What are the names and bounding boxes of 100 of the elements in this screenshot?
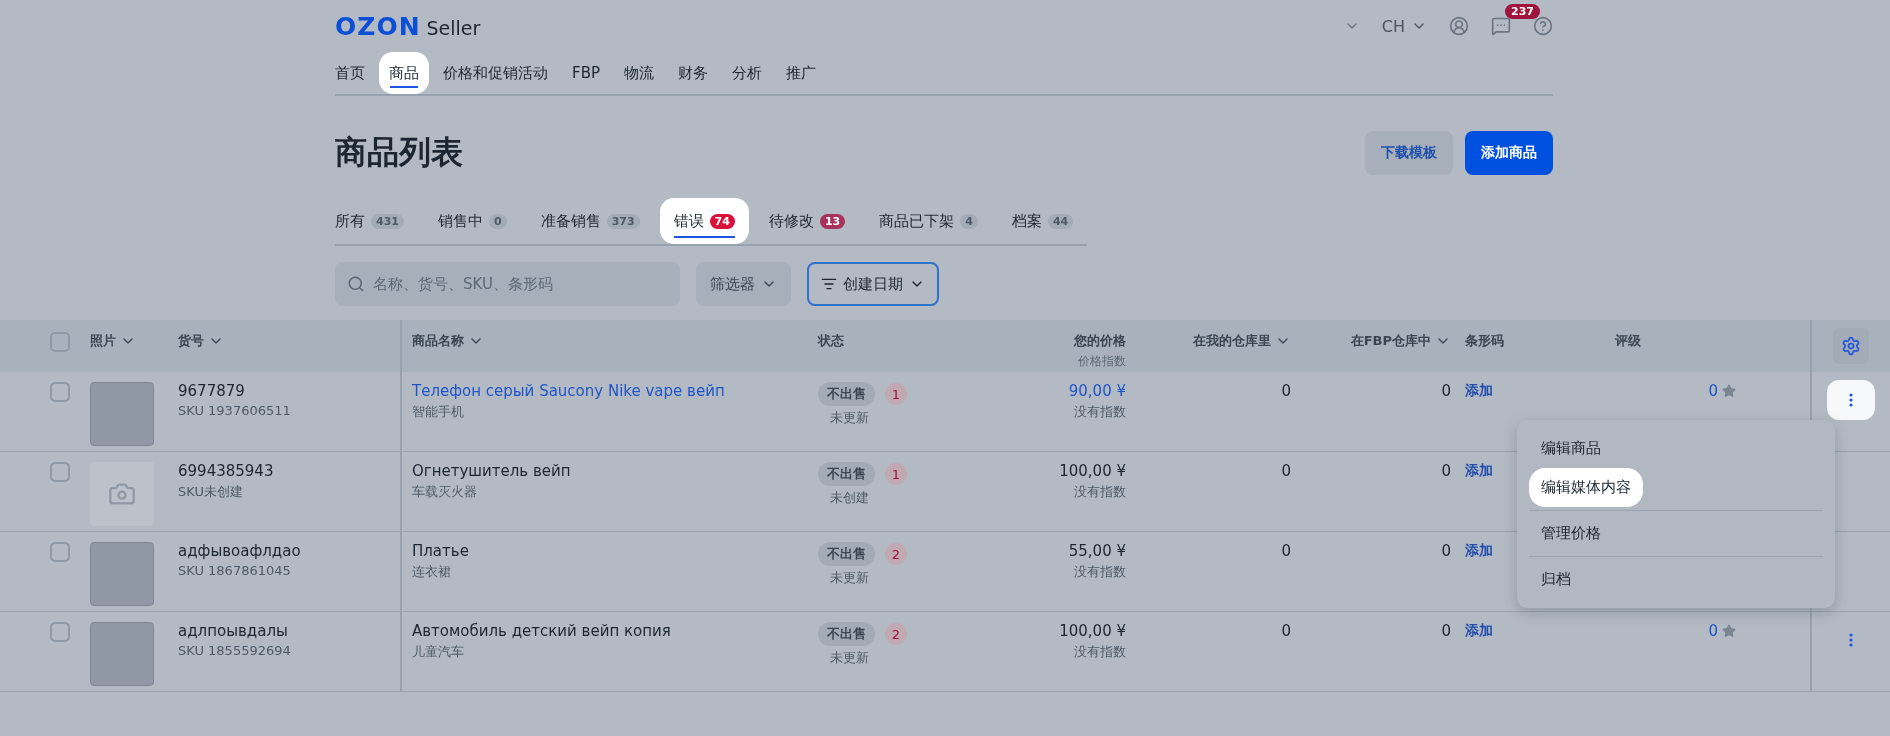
stock-value: 0	[1441, 542, 1451, 560]
nav-tab[interactable]: 物流	[613, 52, 664, 94]
column-header[interactable]: 您的价格	[1074, 332, 1126, 350]
status-tab[interactable]: 准备销售 373	[526, 198, 654, 244]
sku-text: SKU 1867861045	[178, 563, 291, 578]
count-badge: 13	[819, 213, 846, 229]
status-tab[interactable]: 所有 431	[335, 198, 418, 244]
logo[interactable]: OZON	[335, 11, 421, 41]
add-barcode-link[interactable]: 添加	[1465, 462, 1493, 480]
help-icon[interactable]	[1533, 16, 1553, 36]
status-note: 未创建	[829, 489, 869, 507]
price-text: 100,00 ¥	[1059, 622, 1126, 640]
row-checkbox[interactable]	[50, 542, 70, 562]
count-badge: 431	[371, 213, 404, 229]
add-barcode-link[interactable]: 添加	[1465, 542, 1493, 560]
column-header[interactable]: 在我的仓库里	[1193, 332, 1291, 350]
column-header[interactable]: 在FBP仓库中	[1350, 332, 1451, 350]
nav-tab[interactable]: FBP	[562, 52, 610, 94]
status-tab[interactable]: 销售中 0	[423, 198, 521, 244]
menu-item[interactable]: 编辑商品	[1529, 429, 1613, 468]
count-badge: 4	[960, 213, 978, 229]
column-header[interactable]: 评级	[1615, 332, 1641, 350]
category-text: 儿童汽车	[412, 643, 464, 661]
primary-button[interactable]: 添加商品	[1465, 131, 1553, 175]
nav-tab[interactable]: 分析	[721, 52, 772, 94]
status-badge: 不出售	[818, 622, 875, 646]
row-checkbox[interactable]	[50, 382, 70, 402]
column-subheader: 价格指数	[1078, 353, 1126, 370]
column-header[interactable]: 货号	[178, 332, 224, 350]
add-barcode-link[interactable]: 添加	[1465, 382, 1493, 400]
sort-icon	[821, 276, 837, 292]
price-text: 100,00 ¥	[1059, 462, 1126, 480]
settings-icon	[1841, 336, 1861, 356]
status-badge: 不出售	[818, 382, 875, 406]
stock-value: 0	[1441, 622, 1451, 640]
sku-text: SKU 1937606511	[178, 403, 291, 418]
chat-icon[interactable]	[1491, 16, 1511, 36]
price-index-text: 没有指数	[1074, 643, 1126, 661]
settings-button[interactable]	[1833, 328, 1869, 364]
more-icon	[1849, 393, 1853, 407]
error-count: 2	[885, 623, 907, 645]
column-header[interactable]: 条形码	[1465, 332, 1504, 350]
sku-text: SKU 1855592694	[178, 643, 291, 658]
sku-text: SKU未创建	[178, 483, 243, 501]
select-all-checkbox[interactable]	[50, 332, 70, 352]
menu-item[interactable]: 编辑媒体内容	[1529, 468, 1643, 507]
rating-value[interactable]: 0	[1708, 382, 1718, 400]
count-badge: 0	[488, 213, 507, 229]
count-badge: 373	[606, 213, 640, 229]
error-count: 2	[885, 543, 907, 565]
add-barcode-link[interactable]: 添加	[1465, 622, 1493, 640]
more-icon	[1849, 633, 1853, 647]
user-icon[interactable]	[1449, 16, 1469, 36]
price-index-text: 没有指数	[1074, 403, 1126, 421]
nav-tab[interactable]: 推广	[775, 52, 826, 94]
row-checkbox[interactable]	[50, 622, 70, 642]
column-header[interactable]: 商品名称	[412, 332, 484, 350]
nav-tab[interactable]: 财务	[667, 52, 718, 94]
article-number: 9677879	[178, 382, 245, 400]
menu-item[interactable]: 管理价格	[1529, 514, 1613, 553]
status-tab[interactable]: 档案 44	[997, 198, 1088, 244]
secondary-button[interactable]: 下载模板	[1365, 131, 1453, 175]
column-header[interactable]: 状态	[818, 332, 844, 350]
star-icon	[1722, 384, 1736, 398]
filter-button[interactable]: 筛选器	[696, 262, 791, 306]
price-text: 55,00 ¥	[1068, 542, 1126, 560]
product-name[interactable]: Телефон серый Saucony Nike vape вейп	[412, 382, 725, 400]
category-text: 连衣裙	[412, 563, 451, 581]
nav-tab[interactable]: 商品	[379, 52, 429, 94]
price-text[interactable]: 90,00 ¥	[1068, 382, 1126, 400]
nav-tab[interactable]: 首页	[335, 52, 375, 94]
product-name: Платье	[412, 542, 469, 560]
rating-value[interactable]: 0	[1708, 622, 1718, 640]
status-tab[interactable]: 商品已下架 4	[865, 198, 992, 244]
status-tab[interactable]: 错误 74	[659, 198, 749, 244]
stock-value: 0	[1281, 622, 1291, 640]
error-count: 1	[885, 383, 907, 405]
status-tab[interactable]: 待修改 13	[754, 198, 860, 244]
sort-button[interactable]: 创建日期	[807, 262, 939, 306]
menu-item[interactable]: 归档	[1529, 560, 1583, 599]
search-field[interactable]: 名称、货号、SKU、条形码	[335, 262, 680, 306]
language-button[interactable]: CH	[1381, 16, 1427, 36]
search-icon	[347, 275, 365, 293]
article-number: адлпоывдалы	[178, 622, 288, 640]
column-header[interactable]: 照片	[90, 332, 136, 350]
price-index-text: 没有指数	[1074, 563, 1126, 581]
price-index-text: 没有指数	[1074, 483, 1126, 501]
more-button[interactable]	[1827, 380, 1875, 420]
stock-value: 0	[1441, 462, 1451, 480]
logo-suffix: Seller	[426, 16, 481, 39]
nav-tab[interactable]: 价格和促销活动	[433, 52, 558, 94]
star-icon	[1722, 624, 1736, 638]
row-checkbox[interactable]	[50, 462, 70, 482]
category-text: 智能手机	[412, 403, 464, 421]
stock-value: 0	[1281, 542, 1291, 560]
status-badge: 不出售	[818, 542, 875, 566]
notification-count: 237	[1505, 4, 1540, 19]
count-badge: 44	[1047, 213, 1074, 229]
status-note: 未更新	[829, 409, 869, 427]
product-name: Автомобиль детский вейп копия	[412, 622, 671, 640]
